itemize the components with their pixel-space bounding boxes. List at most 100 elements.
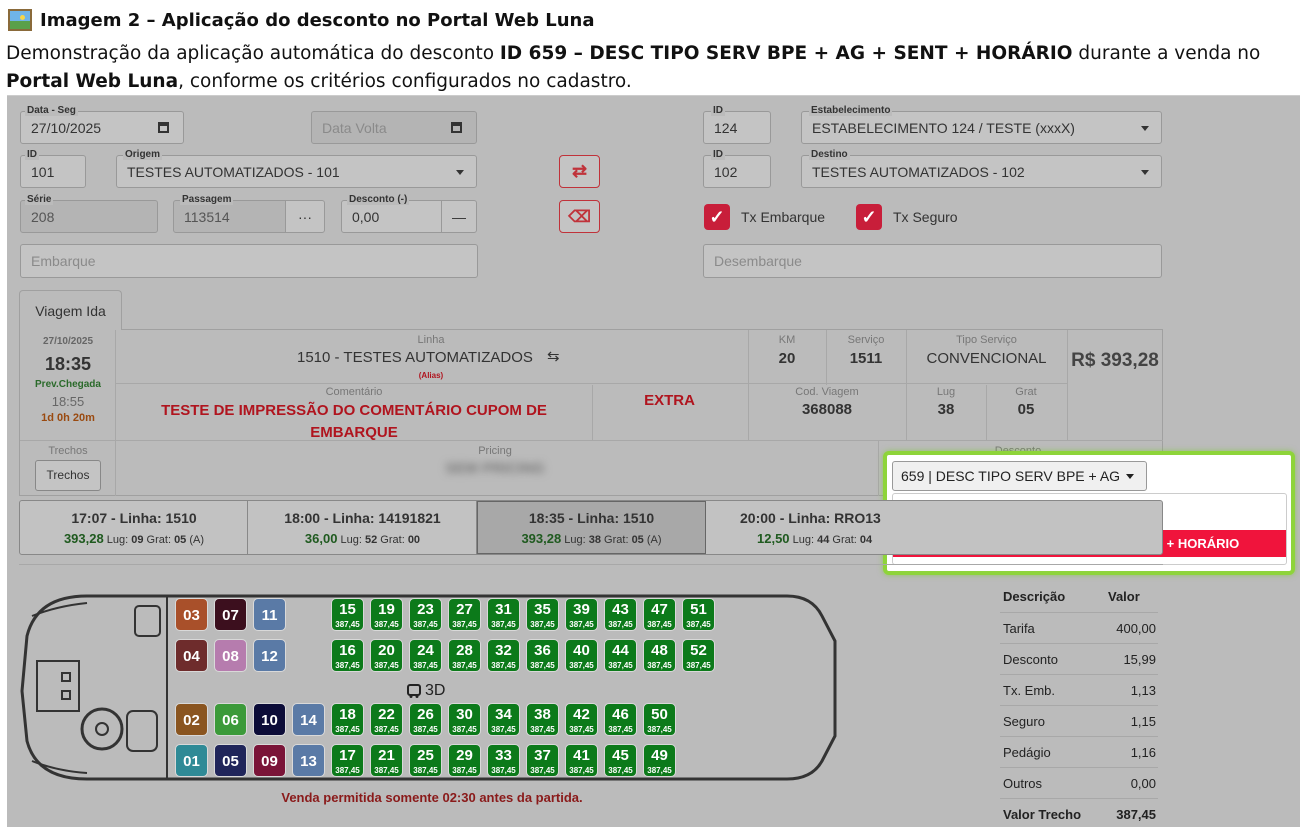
schedule-lug-label: Lug:	[561, 534, 589, 546]
schedule-card[interactable]: 17:07 - Linha: 1510 393,28 Lug: 09 Grat:…	[20, 501, 248, 554]
seat-48[interactable]: 48 387,45	[643, 639, 676, 672]
seat-20[interactable]: 20 387,45	[370, 639, 403, 672]
seat-08[interactable]: 08	[214, 639, 247, 672]
seat-11[interactable]: 11	[253, 598, 286, 631]
id-estabelecimento-label: ID	[711, 105, 725, 116]
schedule-grat-label: Grat:	[143, 534, 175, 546]
origem-value: TESTES AUTOMATIZADOS - 101	[127, 163, 340, 180]
schedule-card[interactable]: 18:00 - Linha: 14191821 36,00 Lug: 52 Gr…	[248, 501, 477, 554]
seat-14[interactable]: 14	[292, 703, 325, 736]
seat-price: 387,45	[608, 620, 633, 629]
seat-05[interactable]: 05	[214, 744, 247, 777]
seat-number: 46	[612, 706, 629, 723]
seat-24[interactable]: 24 387,45	[409, 639, 442, 672]
seat-49[interactable]: 49 387,45	[643, 744, 676, 777]
seat-number: 42	[573, 706, 590, 723]
discount-select[interactable]: 659 | DESC TIPO SERV BPE + AG	[892, 461, 1147, 491]
seat-price: 387,45	[569, 725, 594, 734]
schedule-card[interactable]: 20:00 - Linha: RRO13 12,50 Lug: 44 Grat:…	[706, 501, 936, 554]
embarque-input[interactable]: Embarque	[20, 244, 478, 278]
seat-26[interactable]: 26 387,45	[409, 703, 442, 736]
seat-04[interactable]: 04	[175, 639, 208, 672]
seat-32[interactable]: 32 387,45	[487, 639, 520, 672]
linha-value: 1510 - TESTES AUTOMATIZADOS	[297, 349, 533, 366]
seat-46[interactable]: 46 387,45	[604, 703, 637, 736]
clear-button[interactable]: ⌫	[559, 200, 600, 233]
seat-19[interactable]: 19 387,45	[370, 598, 403, 631]
desconto-minus-button[interactable]: —	[441, 200, 477, 233]
seat-35[interactable]: 35 387,45	[526, 598, 559, 631]
seat-17[interactable]: 17 387,45	[331, 744, 364, 777]
seat-23[interactable]: 23 387,45	[409, 598, 442, 631]
seat-40[interactable]: 40 387,45	[565, 639, 598, 672]
schedule-grat-label: Grat:	[829, 534, 860, 546]
grat-label: Grat	[1015, 386, 1037, 398]
seat-51[interactable]: 51 387,45	[682, 598, 715, 631]
id-origem-label: ID	[25, 149, 39, 160]
seat-30[interactable]: 30 387,45	[448, 703, 481, 736]
seat-38[interactable]: 38 387,45	[526, 703, 559, 736]
seat-22[interactable]: 22 387,45	[370, 703, 403, 736]
tx-embarque-checkbox[interactable]: ✓	[704, 204, 730, 230]
seat-27[interactable]: 27 387,45	[448, 598, 481, 631]
seat-10[interactable]: 10	[253, 703, 286, 736]
seat-03[interactable]: 03	[175, 598, 208, 631]
seat-price: 387,45	[530, 725, 555, 734]
seat-36[interactable]: 36 387,45	[526, 639, 559, 672]
desembarque-input[interactable]: Desembarque	[703, 244, 1162, 278]
seat-39[interactable]: 39 387,45	[565, 598, 598, 631]
seat-44[interactable]: 44 387,45	[604, 639, 637, 672]
prev-chegada-label: Prev.Chegada	[35, 379, 101, 390]
summary-row: Desconto 15,99	[1000, 643, 1158, 674]
seat-31[interactable]: 31 387,45	[487, 598, 520, 631]
seat-price: 387,45	[452, 766, 477, 775]
seat-18[interactable]: 18 387,45	[331, 703, 364, 736]
seat-price: 387,45	[647, 620, 672, 629]
seat-price: 387,45	[335, 766, 360, 775]
tx-seguro-label: Tx Seguro	[893, 209, 958, 225]
destino-select[interactable]: TESTES AUTOMATIZADOS - 102	[801, 155, 1162, 188]
seat-price: 387,45	[686, 620, 711, 629]
seat-12[interactable]: 12	[253, 639, 286, 672]
seat-09[interactable]: 09	[253, 744, 286, 777]
seat-45[interactable]: 45 387,45	[604, 744, 637, 777]
calendar-icon	[158, 121, 169, 133]
seat-16[interactable]: 16 387,45	[331, 639, 364, 672]
seat-02[interactable]: 02	[175, 703, 208, 736]
desc-part: Demonstração da aplicação automática do …	[6, 43, 500, 64]
embarque-placeholder: Embarque	[31, 253, 96, 269]
schedule-card-selected[interactable]: 18:35 - Linha: 1510 393,28 Lug: 38 Grat:…	[477, 501, 706, 554]
seat-33[interactable]: 33 387,45	[487, 744, 520, 777]
seat-41[interactable]: 41 387,45	[565, 744, 598, 777]
seat-43[interactable]: 43 387,45	[604, 598, 637, 631]
swap-button[interactable]: ⇄	[559, 155, 600, 188]
seat-52[interactable]: 52 387,45	[682, 639, 715, 672]
seat-number: 24	[417, 642, 434, 659]
seat-number: 18	[339, 706, 356, 723]
seat-34[interactable]: 34 387,45	[487, 703, 520, 736]
tab-viagem-ida[interactable]: Viagem Ida	[19, 290, 122, 330]
seat-25[interactable]: 25 387,45	[409, 744, 442, 777]
origem-select[interactable]: TESTES AUTOMATIZADOS - 101	[116, 155, 477, 188]
seat-21[interactable]: 21 387,45	[370, 744, 403, 777]
seat-15[interactable]: 15 387,45	[331, 598, 364, 631]
passagem-more-button[interactable]: ···	[285, 200, 325, 233]
seat-01[interactable]: 01	[175, 744, 208, 777]
comentario-label: Comentário	[325, 386, 383, 398]
data-volta-field[interactable]: Data Volta	[311, 111, 477, 144]
seat-29[interactable]: 29 387,45	[448, 744, 481, 777]
seat-number: 49	[651, 747, 668, 764]
seat-28[interactable]: 28 387,45	[448, 639, 481, 672]
eraser-icon: ⌫	[568, 208, 591, 226]
seat-06[interactable]: 06	[214, 703, 247, 736]
seat-13[interactable]: 13	[292, 744, 325, 777]
seat-07[interactable]: 07	[214, 598, 247, 631]
seat-37[interactable]: 37 387,45	[526, 744, 559, 777]
trechos-button[interactable]: Trechos	[35, 460, 101, 491]
seat-47[interactable]: 47 387,45	[643, 598, 676, 631]
summary-label: Outros	[1003, 776, 1043, 791]
linha-transfer-icon[interactable]: ⇆	[547, 347, 560, 365]
tx-seguro-checkbox[interactable]: ✓	[856, 204, 882, 230]
seat-50[interactable]: 50 387,45	[643, 703, 676, 736]
seat-42[interactable]: 42 387,45	[565, 703, 598, 736]
